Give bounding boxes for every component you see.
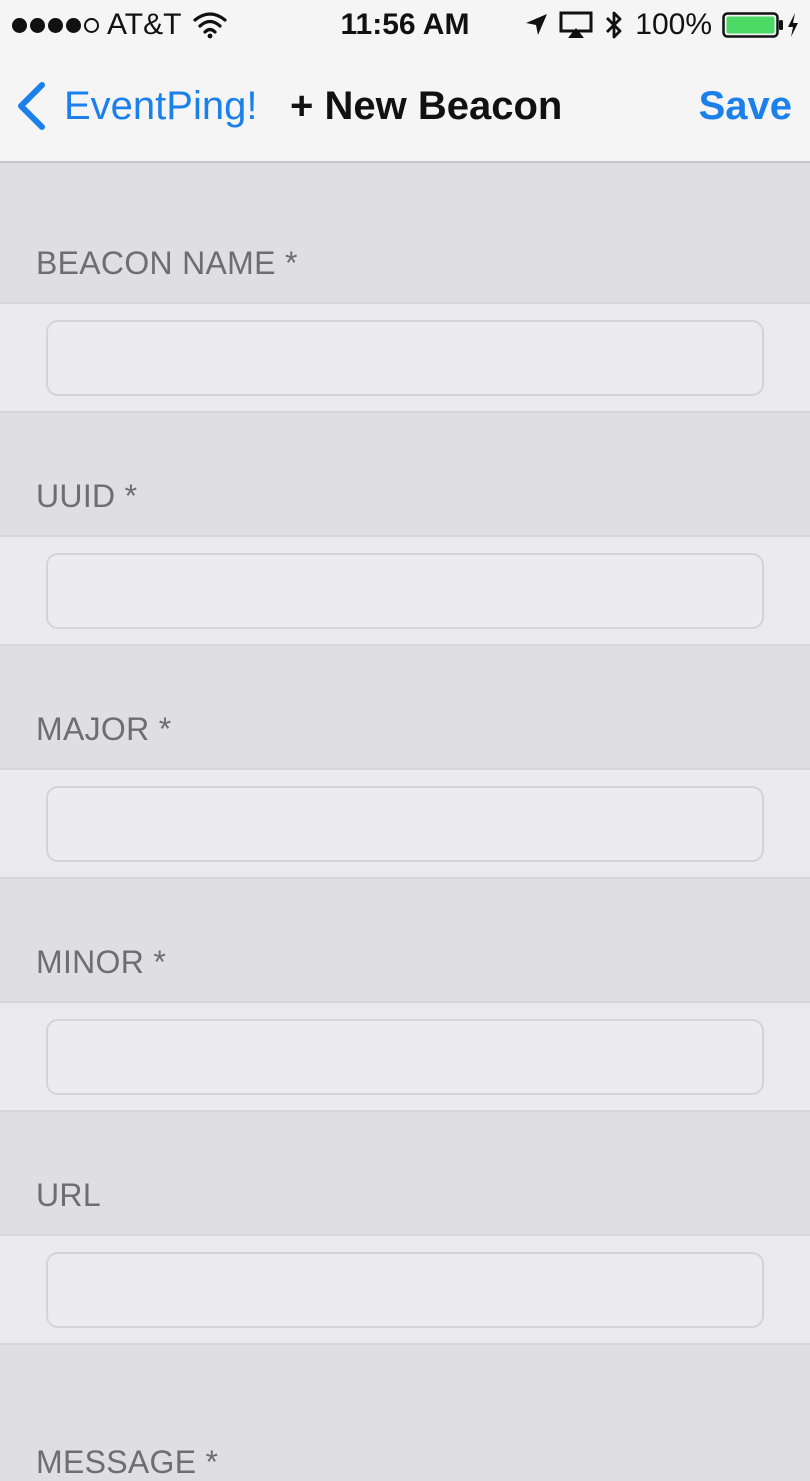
url-input[interactable] <box>46 1252 764 1328</box>
field-row-url <box>0 1234 810 1345</box>
bluetooth-icon <box>606 11 622 39</box>
save-button[interactable]: Save <box>699 80 792 132</box>
field-row-major <box>0 768 810 879</box>
status-bar: AT&T 11:56 AM 100% <box>0 0 810 50</box>
field-row-minor <box>0 1001 810 1112</box>
page-title: + New Beacon <box>290 84 563 128</box>
field-label-beacon-name: BEACON NAME * <box>36 245 298 281</box>
navigation-bar: EventPing! + New Beacon Save <box>0 50 810 163</box>
section-header-url: URL <box>0 1112 810 1234</box>
section-header-uuid: UUID * <box>0 413 810 535</box>
location-arrow-icon <box>526 14 548 35</box>
uuid-input[interactable] <box>46 553 764 629</box>
battery-percent: 100% <box>635 8 712 41</box>
back-button[interactable]: EventPing! <box>14 80 257 132</box>
field-row-beacon-name <box>0 302 810 413</box>
minor-input[interactable] <box>46 1019 764 1095</box>
chevron-left-icon <box>18 82 45 130</box>
section-header-message: MESSAGE * <box>0 1345 810 1480</box>
field-label-minor: MINOR * <box>36 944 167 980</box>
section-header-beacon-name: BEACON NAME * <box>0 163 810 302</box>
field-label-uuid: UUID * <box>36 478 138 514</box>
back-button-label: EventPing! <box>64 84 258 128</box>
field-label-major: MAJOR * <box>36 711 172 747</box>
beacon-name-input[interactable] <box>46 320 764 396</box>
major-input[interactable] <box>46 786 764 862</box>
status-right: 100% <box>513 8 800 42</box>
field-label-message: MESSAGE * <box>36 1444 219 1480</box>
airplay-icon <box>559 11 593 38</box>
section-header-minor: MINOR * <box>0 879 810 1001</box>
section-header-major: MAJOR * <box>0 646 810 768</box>
field-label-url: URL <box>36 1177 101 1213</box>
battery-icon <box>722 12 783 38</box>
field-row-uuid <box>0 535 810 646</box>
beacon-form: BEACON NAME * UUID * MAJOR * MINOR * URL… <box>0 163 810 1480</box>
charging-bolt-icon <box>788 13 798 37</box>
